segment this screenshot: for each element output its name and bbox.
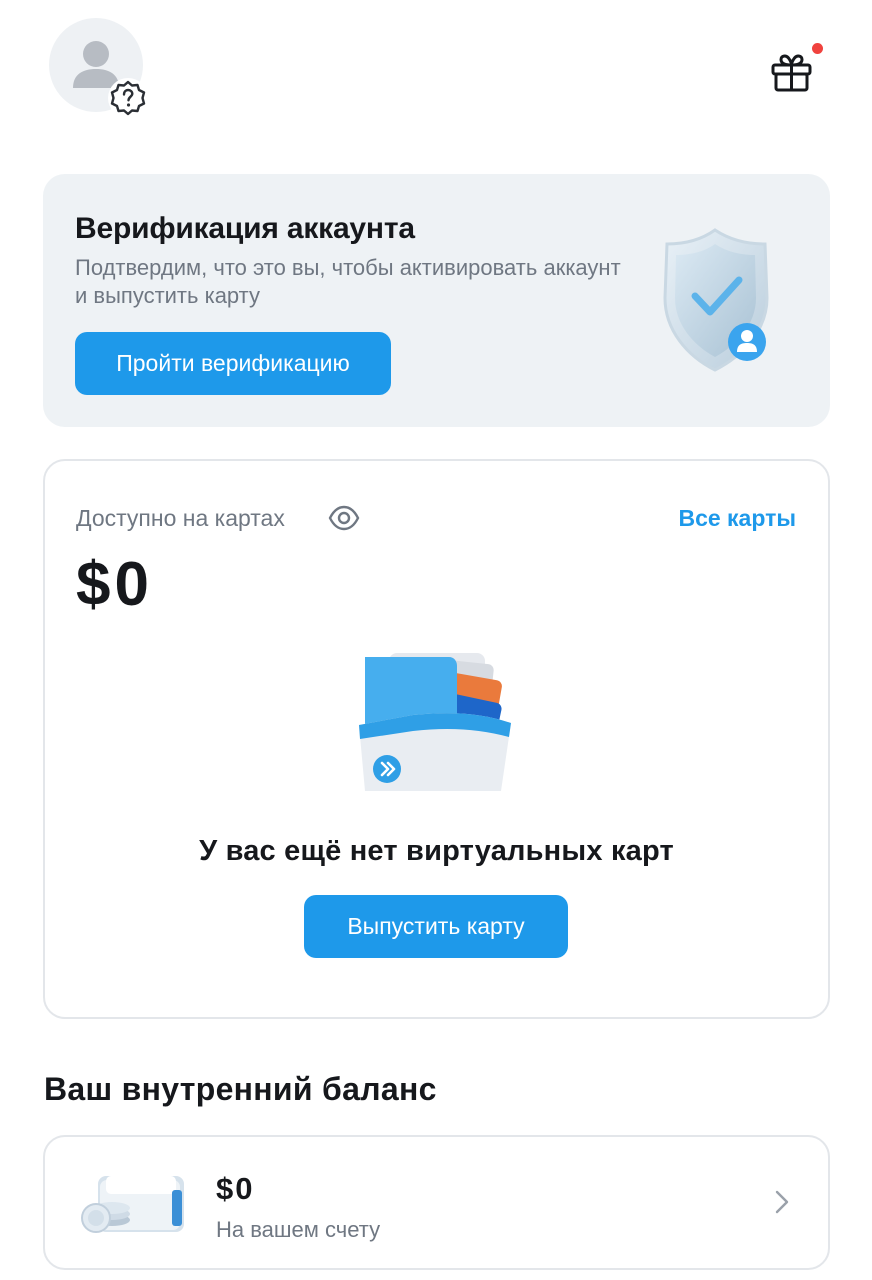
issue-card-button[interactable]: Выпустить карту: [304, 895, 568, 958]
internal-balance-title: Ваш внутренний баланс: [44, 1071, 437, 1107]
no-cards-message: У вас ещё нет виртуальных карт: [199, 835, 674, 867]
virtual-cards-panel: Доступно на картах Все карты $0 У вас ещ…: [43, 459, 830, 1019]
gift-icon: [771, 54, 812, 92]
question-badge-icon[interactable]: [108, 78, 148, 118]
wallet-icon: [81, 1176, 184, 1233]
shield-check-icon: [663, 228, 769, 372]
verification-card: Верификация аккаунта Подтвердим, что это…: [43, 174, 830, 427]
internal-balance-row[interactable]: $0 На вашем счету: [43, 1135, 830, 1270]
chevron-right-icon: [775, 1190, 789, 1214]
cards-balance-amount: $0: [76, 550, 153, 619]
internal-balance-amount: $0: [216, 1171, 255, 1206]
eye-icon[interactable]: [328, 504, 360, 532]
gift-button[interactable]: [766, 46, 818, 98]
verification-title: Верификация аккаунта: [75, 212, 415, 245]
all-cards-link[interactable]: Все карты: [678, 505, 796, 532]
notification-dot: [812, 43, 823, 54]
start-verification-button[interactable]: Пройти верификацию: [75, 332, 391, 395]
internal-balance-subtitle: На вашем счету: [216, 1217, 381, 1242]
available-on-cards-label: Доступно на картах: [76, 505, 285, 531]
verification-description: Подтвердим, что это вы, чтобы активирова…: [75, 255, 621, 308]
folder-cards-icon: [359, 653, 511, 791]
